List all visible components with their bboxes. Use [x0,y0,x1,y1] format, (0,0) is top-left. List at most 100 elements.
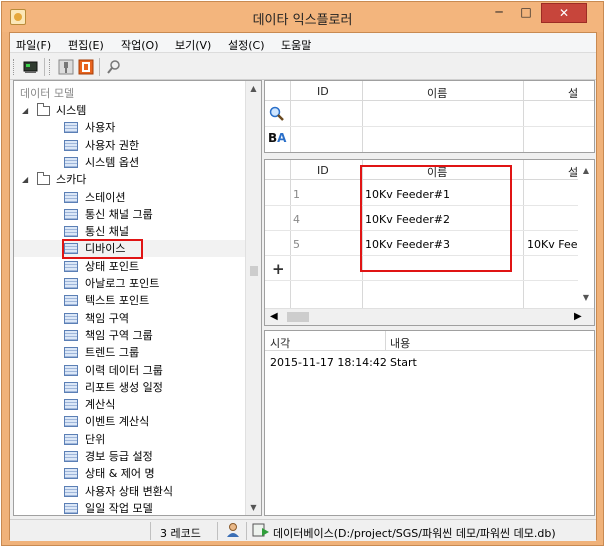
tree-item[interactable]: 시스템 옵션 [14,154,245,171]
column-header-id[interactable]: ID [317,85,329,98]
column-header-message[interactable]: 내용 [390,335,410,351]
table-icon [64,295,78,307]
tree-item-label: 사용자 상태 변환식 [85,484,173,498]
scroll-up-icon[interactable]: ▲ [578,166,594,175]
menu-action[interactable]: 작업(O) [121,37,158,53]
column-divider [523,81,524,152]
scroll-left-icon[interactable]: ◀ [270,311,278,322]
menu-view[interactable]: 보기(V) [175,37,211,53]
add-row-button[interactable]: + [272,260,285,278]
tree-group[interactable]: ◢ 시스템 [14,102,245,119]
grid-vscroll[interactable]: ▲ ▼ [578,160,594,308]
tree-item-label: 시스템 옵션 [85,155,140,169]
menu-edit[interactable]: 편집(E) [68,37,104,53]
table-icon [64,347,78,359]
tree-item[interactable]: 사용자 [14,119,245,136]
database-icon[interactable] [252,522,270,541]
scroll-up-icon[interactable]: ▲ [246,84,261,93]
tree-item[interactable]: 단위 [14,431,245,448]
row-id[interactable]: 4 [293,213,300,226]
row-desc[interactable]: 10Kv Feed [527,238,584,251]
tree-item[interactable]: 통신 채널 [14,223,245,240]
minimize-button[interactable]: ─ [486,3,512,23]
log-header: 시각 내용 [265,331,594,351]
tree-item[interactable]: 일일 작업 모델 [14,500,245,515]
filter-grid[interactable]: ID 이름 설 BA [264,80,595,153]
table-icon [64,502,78,514]
table-icon [64,139,78,151]
row-divider [265,280,594,281]
tree-item[interactable]: 스테이션 [14,189,245,206]
tree-item-label: 상태 & 제어 명 [85,467,155,481]
run-icon[interactable] [22,58,40,76]
tree-item[interactable]: 사용자 상태 변환식 [14,483,245,500]
tree-item[interactable]: 이력 데이터 그룹 [14,362,245,379]
search-icon[interactable] [105,58,123,76]
menu-file[interactable]: 파일(F) [16,37,51,53]
expand-arrow-icon[interactable]: ◢ [22,102,28,119]
data-model-tree[interactable]: 데이터 모델 ▲ ▼ ◢ 시스템 사용자 사용자 권한 시스템 옵션 ◢ 스카다 스테이션 통신… [13,80,262,516]
tree-scrollbar[interactable]: ▲ ▼ [245,81,261,515]
tree-item[interactable]: 계산식 [14,396,245,413]
table-icon [64,451,78,462]
table-icon [64,329,78,341]
tree-item[interactable]: 사용자 권한 [14,137,245,154]
row-id[interactable]: 1 [293,188,300,201]
column-header-id[interactable]: ID [317,164,329,177]
toolbar-grip[interactable] [13,59,16,75]
sort-ba-icon[interactable]: BA [268,131,286,145]
table-icon [64,260,78,272]
data-grid[interactable]: ID 이름 설 1 10Kv Feeder#1 4 10Kv Feeder#2 … [264,159,595,326]
tree-item[interactable]: 리포트 생성 일정 [14,379,245,396]
scroll-thumb[interactable] [250,266,258,276]
tree-item[interactable]: 통신 채널 그룹 [14,206,245,223]
tree-header: 데이터 모델 [20,87,75,100]
column-header-desc[interactable]: 설 [568,164,578,180]
tree-item[interactable]: 책임 구역 그룹 [14,327,245,344]
tree-item[interactable]: 경보 등급 설정 [14,448,245,465]
table-icon [64,485,78,497]
scroll-down-icon[interactable]: ▼ [246,503,261,512]
column-header-time[interactable]: 시각 [270,335,290,351]
log-panel[interactable]: 시각 내용 2015-11-17 18:14:42 Start [264,330,595,516]
toolbar-grip[interactable] [49,59,52,75]
user-icon[interactable] [225,522,241,541]
column-header-name[interactable]: 이름 [427,85,447,101]
tree-item-label: 통신 채널 [85,225,129,239]
column-divider [290,81,291,152]
scroll-right-icon[interactable]: ▶ [574,311,582,322]
tree-item[interactable]: 디바이스 [14,239,245,260]
tree-item-label: 사용자 [85,121,116,135]
table-icon [64,416,78,428]
tree-item[interactable]: 상태 포인트 [14,258,245,275]
tree-item[interactable]: 트렌드 그룹 [14,344,245,361]
column-divider [385,331,386,351]
table-icon [64,399,78,411]
table-icon [64,381,78,393]
expand-arrow-icon[interactable]: ◢ [22,171,28,188]
column-divider [362,81,363,152]
scroll-down-icon[interactable]: ▼ [578,293,594,302]
search-icon[interactable] [269,106,285,125]
tree-item[interactable]: 이벤트 계산식 [14,413,245,430]
tree-item[interactable]: 책임 구역 [14,310,245,327]
client-area: 파일(F) 편집(E) 작업(O) 보기(V) 설정(C) 도움말 데이터 모델… [9,32,597,541]
title-bar[interactable]: 데이타 익스플로러 ─ □ ✕ [2,2,603,32]
tree-item[interactable]: 텍스트 포인트 [14,292,245,309]
tree-item[interactable]: 아날로그 포인트 [14,275,245,292]
column-header-desc[interactable]: 설 [568,85,578,101]
close-button[interactable]: ✕ [541,3,587,23]
menu-settings[interactable]: 설정(C) [228,37,265,53]
column-divider [523,160,524,315]
tree-item-label: 통신 채널 그룹 [85,207,153,221]
grid-hscroll[interactable]: ◀ ▶ [265,308,594,325]
tree-item[interactable]: 상태 & 제어 명 [14,465,245,482]
orange-box-icon[interactable] [77,58,95,76]
tree-group[interactable]: ◢ 스카다 [14,171,245,188]
menu-help[interactable]: 도움말 [281,37,311,53]
maximize-button[interactable]: □ [513,3,539,23]
pin-icon[interactable] [57,58,75,76]
hscroll-thumb[interactable] [287,312,309,322]
row-id[interactable]: 5 [293,238,300,251]
tree-item-label: 상태 포인트 [85,259,140,273]
